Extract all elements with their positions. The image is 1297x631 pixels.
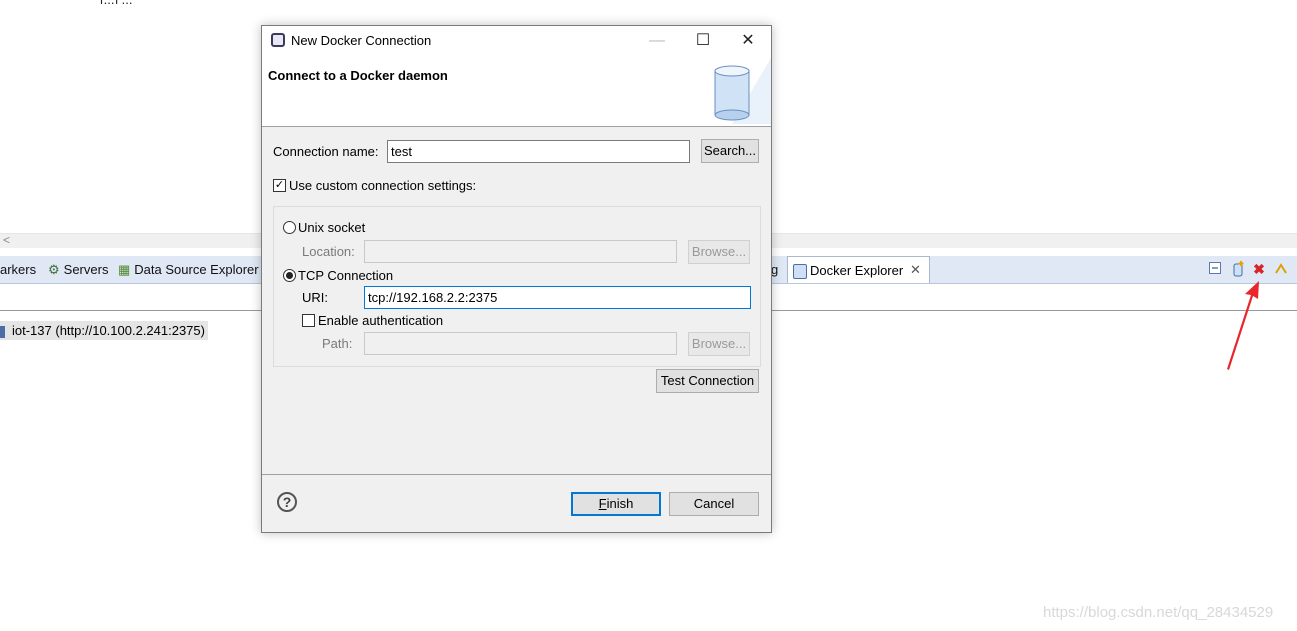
tab-servers[interactable]: ⚙ Servers [48,262,108,278]
enable-auth-checkbox[interactable] [302,314,315,327]
use-custom-label: Use custom connection settings: [289,178,477,193]
refresh-icon[interactable] [1273,261,1289,277]
use-custom-checkbox[interactable]: ✓ [273,179,286,192]
tab-docker-explorer[interactable]: Docker Explorer ✕ [787,256,930,283]
location-field[interactable] [364,240,677,263]
data-source-icon: ▦ [118,262,131,277]
minimize-button[interactable]: — [634,26,680,56]
tab-label: g [771,262,779,277]
tree-item-label: iot-137 (http://10.100.2.241:2375) [12,323,205,338]
close-button[interactable]: ✕ [725,26,771,56]
unix-socket-label: Unix socket [298,220,366,235]
scroll-left-icon[interactable]: < [3,233,10,247]
path-field[interactable] [364,332,677,355]
tcp-connection-label: TCP Connection [298,268,394,283]
browse-location-button[interactable]: Browse... [688,240,750,264]
unix-socket-radio[interactable] [283,221,296,234]
uri-field[interactable]: tcp://192.168.2.2:2375 [364,286,751,309]
help-icon[interactable]: ? [277,492,297,512]
finish-label: inish [606,496,634,511]
cancel-button[interactable]: Cancel [669,492,759,516]
servers-icon: ⚙ [48,262,60,277]
footer-separator [262,474,771,475]
docker-connection-icon [0,325,5,338]
add-connection-icon[interactable] [1230,261,1246,277]
docker-explorer-icon [793,264,807,279]
finish-mnemonic: F [598,496,607,511]
maximize-button[interactable]: ☐ [680,26,726,56]
window-title: New Docker Connection [291,33,432,48]
path-label: Path: [322,336,353,351]
tab-partial[interactable]: g [771,262,778,277]
tree-item-connection[interactable]: iot-137 (http://10.100.2.241:2375) [0,321,208,340]
dialog-header: Connect to a Docker daemon [262,56,771,127]
tab-markers[interactable]: arkers [0,262,36,277]
tab-label: Servers [63,262,109,277]
tab-label: arkers [0,262,37,277]
tab-label: Docker Explorer [810,263,904,278]
location-label: Location: [302,244,355,259]
tab-data-source-explorer[interactable]: ▦ Data Source Explorer [118,262,259,278]
close-tab-icon[interactable]: ✕ [910,262,921,278]
test-connection-button[interactable]: Test Connection [656,369,759,393]
database-icon [714,58,771,124]
uri-label: URI: [302,290,328,305]
app-icon [271,33,285,47]
watermark: https://blog.csdn.net/qq_28434529 [1043,604,1274,621]
search-button[interactable]: Search... [701,139,759,163]
red-arrow-annotation [1227,281,1259,370]
enable-auth-label: Enable authentication [318,313,444,328]
new-docker-connection-dialog: New Docker Connection — ☐ ✕ Connect to a… [261,25,772,533]
remove-connection-icon[interactable]: ✖ [1251,261,1267,277]
header-title: Connect to a Docker daemon [268,68,448,83]
tcp-connection-radio[interactable] [283,269,296,282]
background-top-text: [...] ... [100,0,980,4]
finish-button[interactable]: Finish [571,492,661,516]
tab-label: Data Source Explorer [134,262,259,277]
view-toolbar: ✖ [1207,261,1297,279]
browse-path-button[interactable]: Browse... [688,332,750,356]
connection-name-label: Connection name: [273,144,379,159]
collapse-all-icon[interactable] [1207,261,1223,277]
connection-name-field[interactable]: test [387,140,690,163]
dialog-titlebar[interactable]: New Docker Connection — ☐ ✕ [262,26,771,56]
